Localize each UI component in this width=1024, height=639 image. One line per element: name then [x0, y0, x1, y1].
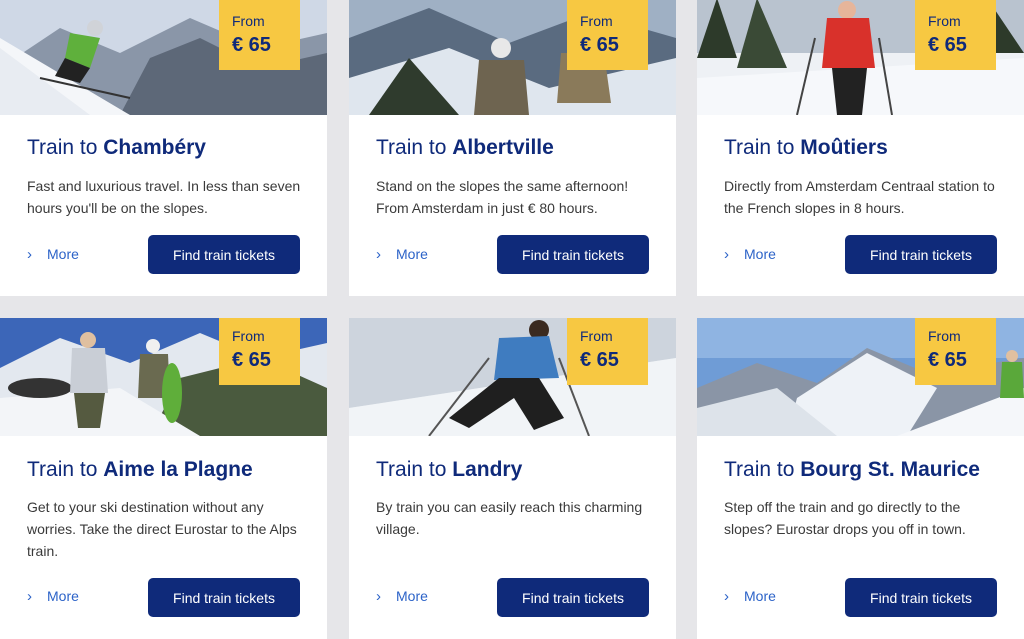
price-badge: From € 65 — [567, 318, 648, 385]
card-description: Step off the train and go directly to th… — [724, 499, 966, 537]
more-link[interactable]: › More — [27, 244, 79, 265]
destination-card-albertville: From € 65 Train to Albertville Stand on … — [349, 0, 676, 296]
find-train-tickets-button[interactable]: Find train tickets — [497, 235, 649, 274]
card-title: Train to Bourg St. Maurice — [724, 456, 980, 484]
destination-name: Landry — [452, 458, 523, 481]
find-train-tickets-button[interactable]: Find train tickets — [148, 578, 300, 617]
destination-name: Albertville — [452, 136, 554, 159]
card-description: Directly from Amsterdam Centraal station… — [724, 178, 995, 216]
destination-name: Bourg St. Maurice — [800, 458, 980, 481]
more-label: More — [396, 588, 428, 604]
chevron-right-icon: › — [27, 246, 32, 263]
price-badge: From € 65 — [567, 0, 648, 70]
price-from-label: From — [580, 328, 613, 344]
chevron-right-icon: › — [376, 246, 381, 263]
find-train-tickets-button[interactable]: Find train tickets — [845, 235, 997, 274]
more-label: More — [396, 246, 428, 262]
destination-card-moutiers: From € 65 Train to Moûtiers Directly fro… — [697, 0, 1024, 296]
price-amount: € 65 — [232, 34, 271, 56]
more-link[interactable]: › More — [376, 244, 428, 265]
title-prefix: Train to — [376, 458, 447, 481]
price-amount: € 65 — [580, 349, 619, 371]
price-amount: € 65 — [580, 34, 619, 56]
price-badge: From € 65 — [915, 318, 996, 385]
more-link[interactable]: › More — [376, 586, 428, 607]
card-description: By train you can easily reach this charm… — [376, 499, 643, 537]
title-prefix: Train to — [27, 136, 98, 159]
more-label: More — [47, 246, 79, 262]
chevron-right-icon: › — [376, 588, 381, 605]
find-train-tickets-button[interactable]: Find train tickets — [497, 578, 649, 617]
destination-name: Moûtiers — [800, 136, 888, 159]
price-amount: € 65 — [928, 34, 967, 56]
chevron-right-icon: › — [724, 588, 729, 605]
price-amount: € 65 — [928, 349, 967, 371]
title-prefix: Train to — [27, 458, 98, 481]
price-badge: From € 65 — [915, 0, 996, 70]
title-prefix: Train to — [376, 136, 447, 159]
find-train-tickets-button[interactable]: Find train tickets — [845, 578, 997, 617]
title-prefix: Train to — [724, 458, 795, 481]
more-link[interactable]: › More — [724, 586, 776, 607]
find-train-tickets-button[interactable]: Find train tickets — [148, 235, 300, 274]
more-link[interactable]: › More — [27, 586, 79, 607]
destination-card-landry: From € 65 Train to Landry By train you c… — [349, 318, 676, 639]
card-title: Train to Aime la Plagne — [27, 456, 253, 484]
price-badge: From € 65 — [219, 318, 300, 385]
card-title: Train to Chambéry — [27, 134, 206, 162]
more-link[interactable]: › More — [724, 244, 776, 265]
destination-name: Chambéry — [103, 136, 206, 159]
destination-name: Aime la Plagne — [103, 458, 253, 481]
more-label: More — [47, 588, 79, 604]
price-amount: € 65 — [232, 349, 271, 371]
price-from-label: From — [232, 328, 265, 344]
card-description: Fast and luxurious travel. In less than … — [27, 178, 301, 216]
more-label: More — [744, 246, 776, 262]
card-title: Train to Landry — [376, 456, 522, 484]
title-prefix: Train to — [724, 136, 795, 159]
price-badge: From € 65 — [219, 0, 300, 70]
destination-card-aime-la-plagne: From € 65 Train to Aime la Plagne Get to… — [0, 318, 327, 639]
chevron-right-icon: › — [724, 246, 729, 263]
chevron-right-icon: › — [27, 588, 32, 605]
destination-card-chambery: From € 65 Train to Chambéry Fast and lux… — [0, 0, 327, 296]
card-title: Train to Albertville — [376, 134, 554, 162]
price-from-label: From — [232, 13, 265, 29]
price-from-label: From — [928, 328, 961, 344]
price-from-label: From — [580, 13, 613, 29]
card-title: Train to Moûtiers — [724, 134, 888, 162]
card-description: Get to your ski destination without any … — [27, 499, 297, 559]
card-description: Stand on the slopes the same afternoon! … — [376, 178, 629, 216]
price-from-label: From — [928, 13, 961, 29]
destination-card-bourg-st-maurice: From € 65 Train to Bourg St. Maurice Ste… — [697, 318, 1024, 639]
more-label: More — [744, 588, 776, 604]
